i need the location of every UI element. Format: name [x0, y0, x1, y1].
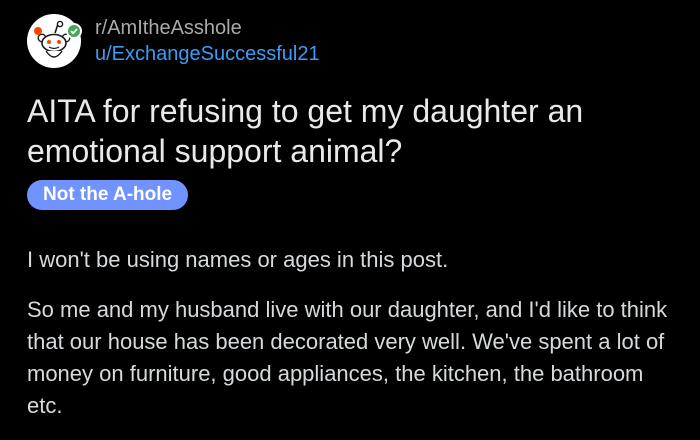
post-flair[interactable]: Not the A-hole	[27, 180, 189, 210]
post-paragraph: So me and my husband live with our daugh…	[27, 297, 668, 418]
post-meta: r/AmItheAsshole u/ExchangeSuccessful21	[95, 15, 320, 67]
post-title: AITA for refusing to get my daughter an …	[27, 93, 584, 169]
snoo-avatar[interactable]	[27, 14, 82, 68]
username-link[interactable]: u/ExchangeSuccessful21	[95, 41, 320, 67]
verified-badge-icon	[66, 23, 82, 39]
post-paragraph: I won't be using names or ages in this p…	[27, 247, 449, 272]
subreddit-link[interactable]: r/AmItheAsshole	[95, 15, 320, 41]
post-body: I won't be using names or ages in this p…	[27, 244, 677, 440]
post-header: r/AmItheAsshole u/ExchangeSuccessful21	[27, 14, 320, 68]
